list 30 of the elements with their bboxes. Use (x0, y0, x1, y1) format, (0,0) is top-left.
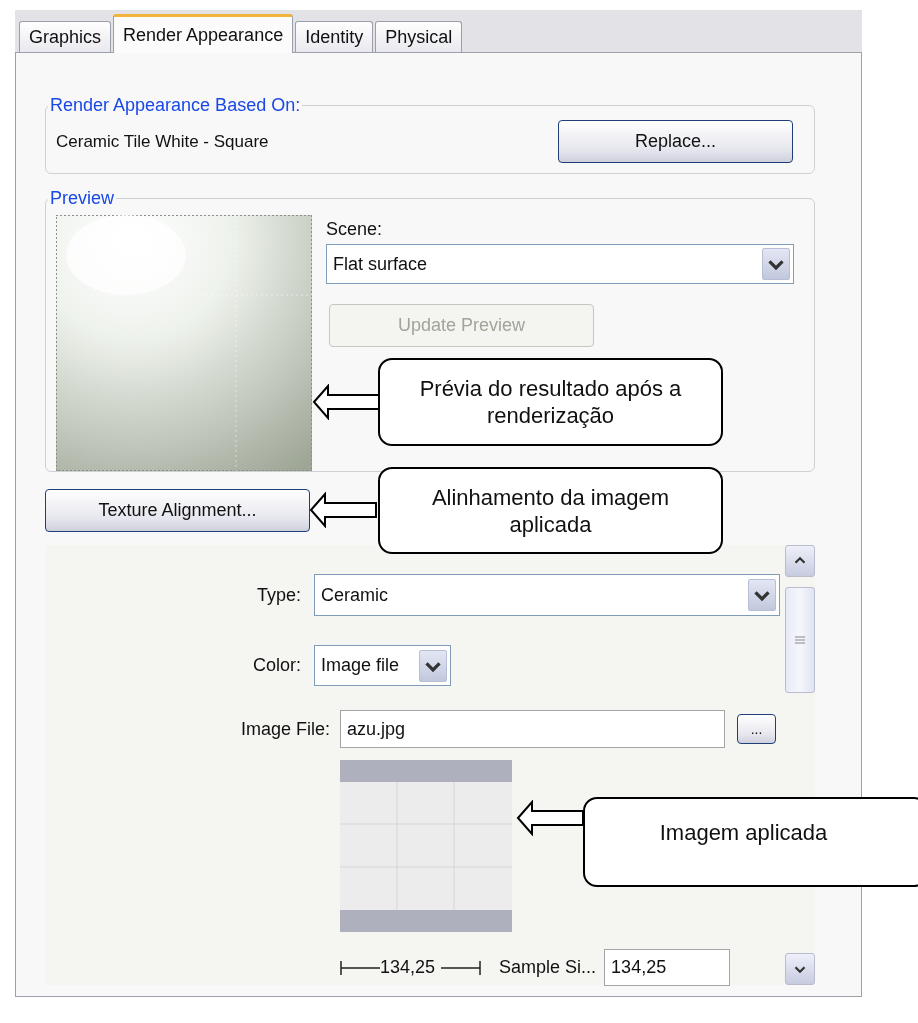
texture-alignment-button[interactable]: Texture Alignment... (45, 489, 310, 532)
type-dropdown[interactable]: Ceramic (314, 574, 780, 616)
arrow-icon (309, 492, 377, 528)
image-file-field[interactable]: azu.jpg (340, 710, 725, 748)
image-file-label: Image File: (239, 718, 330, 740)
type-label: Type: (255, 584, 301, 606)
tab[interactable]: Identity (295, 21, 374, 52)
arrow-icon (516, 800, 584, 836)
color-label: Color: (252, 655, 301, 676)
sample-size-label: Sample Si... (499, 957, 597, 978)
scroll-thumb[interactable] (785, 587, 815, 693)
color-dropdown[interactable]: Image file (314, 645, 451, 686)
scroll-down-button[interactable] (785, 953, 815, 985)
callout: Alinhamento da imagem aplicada (378, 467, 723, 554)
sample-size-field[interactable]: 134,25 (604, 949, 731, 986)
scene-dropdown[interactable]: Flat surface (326, 244, 794, 284)
callout: Prévia do resultado após a renderização (378, 358, 723, 446)
tab[interactable]: Physical (375, 21, 463, 52)
replace-button[interactable]: Replace... (558, 120, 793, 163)
group-title: Preview (49, 188, 116, 209)
width-reading: 134,25 (380, 957, 436, 978)
tab[interactable]: Graphics (19, 21, 112, 52)
tab[interactable]: Render Appearance (113, 14, 294, 53)
callout: Imagem aplicada (583, 797, 918, 887)
material-name: Ceramic Tile White - Square (56, 131, 269, 152)
scene-label: Scene: (326, 219, 383, 240)
arrow-icon (312, 384, 380, 420)
group-title: Render Appearance Based On: (49, 95, 302, 116)
browse-button[interactable]: ... (737, 714, 776, 744)
scroll-up-button[interactable] (785, 545, 815, 577)
